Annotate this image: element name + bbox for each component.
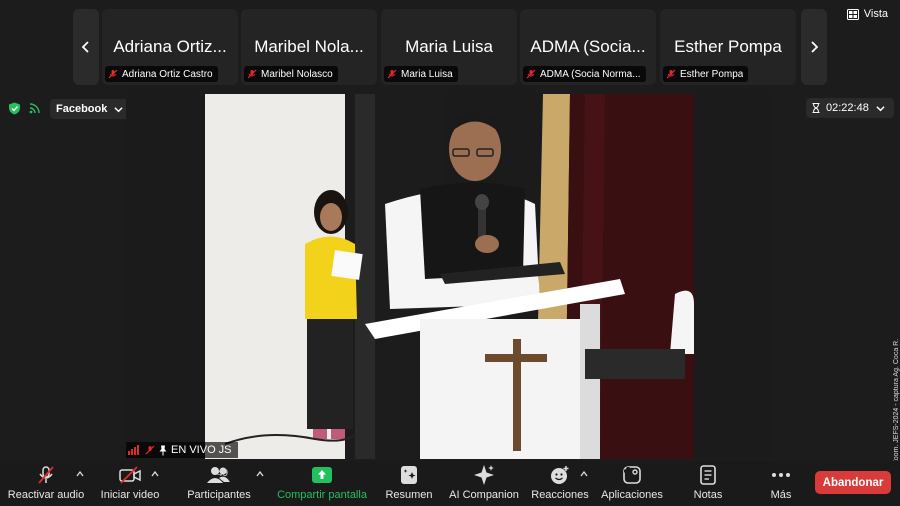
hourglass-icon — [812, 103, 820, 113]
reactions-options-caret[interactable] — [580, 471, 588, 477]
participant-tile-name: Esther Pompa — [674, 37, 782, 56]
participant-tag-text: Esther Pompa — [680, 68, 744, 80]
ai-sparkle-icon — [474, 465, 494, 485]
meeting-toolbar: Reactivar audio Iniciar video 49 Partici… — [0, 461, 900, 506]
participant-tile[interactable]: Adriana Ortiz... Adriana Ortiz Castro — [102, 9, 238, 85]
ai-companion-button[interactable]: AI Companion — [448, 461, 520, 506]
participant-name-tag: Maribel Nolasco — [244, 66, 338, 82]
participant-name-tag: Esther Pompa — [663, 66, 749, 82]
chevron-down-icon — [114, 106, 123, 112]
strip-next-button[interactable] — [801, 9, 827, 85]
start-video-label: Iniciar video — [100, 489, 160, 501]
participants-options-caret[interactable] — [256, 471, 264, 477]
participants-label: Participantes — [187, 489, 251, 501]
video-options-caret[interactable] — [151, 471, 159, 477]
summary-icon — [401, 466, 417, 484]
participant-tile[interactable]: Esther Pompa Esther Pompa — [660, 9, 796, 85]
pin-icon — [159, 445, 167, 455]
view-button[interactable]: Vista — [846, 8, 888, 20]
participant-name-tag: Maria Luisa — [384, 66, 458, 82]
participant-tile-name: Maria Luisa — [405, 37, 493, 56]
zoom-meeting-window: Adriana Ortiz... Adriana Ortiz Castro Ma… — [0, 0, 900, 506]
livestream-dropdown[interactable]: Facebook — [50, 99, 132, 119]
muted-mic-icon — [145, 445, 155, 455]
audio-options-caret[interactable] — [76, 471, 84, 477]
notes-icon — [700, 465, 716, 485]
reactions-button[interactable]: Reacciones — [530, 461, 590, 506]
chevron-left-icon — [81, 41, 89, 53]
apps-label: Aplicaciones — [601, 489, 663, 501]
ai-companion-label: AI Companion — [449, 489, 519, 501]
share-screen-button[interactable]: Compartir pantalla — [276, 461, 368, 506]
speaker-video-frame — [205, 94, 694, 459]
participants-button[interactable]: 49 Participantes — [184, 461, 254, 506]
participant-tile-name: ADMA (Socia... — [530, 37, 646, 56]
livestream-label: Facebook — [56, 103, 108, 115]
apps-button[interactable]: Aplicaciones — [599, 461, 665, 506]
muted-mic-icon — [666, 69, 676, 79]
grid-view-icon — [846, 8, 859, 20]
participant-tag-text: Maribel Nolasco — [261, 68, 333, 80]
participant-tag-text: Adriana Ortiz Castro — [122, 68, 213, 80]
view-label: Vista — [863, 8, 888, 20]
meeting-timer[interactable]: 02:22:48 — [806, 98, 894, 118]
strip-prev-button[interactable] — [73, 9, 99, 85]
active-speaker-video[interactable] — [126, 94, 774, 459]
participants-count: 49 — [217, 468, 229, 479]
participant-tile-name: Adriana Ortiz... — [113, 37, 227, 56]
chevron-right-icon — [811, 41, 819, 53]
security-shield-icon[interactable] — [8, 102, 21, 115]
video-off-icon — [119, 466, 141, 484]
participant-tag-text: ADMA (Socia Norma... — [540, 68, 641, 80]
participant-name-tag: ADMA (Socia Norma... — [523, 66, 646, 82]
speaker-name-tag: EN VIVO JS — [126, 442, 238, 458]
reactions-label: Reacciones — [531, 489, 589, 501]
participant-tag-text: Maria Luisa — [401, 68, 453, 80]
speaker-name-text: EN VIVO JS — [171, 444, 232, 456]
start-video-button[interactable]: Iniciar video — [96, 461, 164, 506]
muted-mic-icon — [387, 69, 397, 79]
participant-tile[interactable]: Maribel Nola... Maribel Nolasco — [241, 9, 377, 85]
muted-mic-icon — [108, 69, 118, 79]
connection-signal-icon[interactable] — [29, 102, 41, 114]
more-dots-icon — [772, 473, 790, 477]
participant-tile[interactable]: Maria Luisa Maria Luisa — [381, 9, 517, 85]
participant-tile-name: Maribel Nola... — [254, 37, 364, 56]
more-button[interactable]: Más — [761, 461, 801, 506]
share-screen-icon — [312, 467, 332, 483]
notes-label: Notas — [693, 489, 723, 501]
apps-icon — [623, 466, 641, 484]
participant-tile[interactable]: ADMA (Socia... ADMA (Socia Norma... — [520, 9, 656, 85]
timer-text: 02:22:48 — [826, 102, 869, 114]
participant-name-tag: Adriana Ortiz Castro — [105, 66, 218, 82]
signal-bars-icon — [128, 445, 139, 455]
reactions-smiley-icon — [551, 466, 569, 484]
leave-meeting-button[interactable]: Abandonar — [815, 471, 891, 494]
share-screen-label: Compartir pantalla — [277, 489, 367, 501]
muted-mic-icon — [38, 466, 54, 484]
more-label: Más — [770, 489, 792, 501]
unmute-button[interactable]: Reactivar audio — [8, 461, 84, 506]
muted-mic-icon — [526, 69, 536, 79]
chevron-down-icon — [876, 105, 885, 111]
muted-mic-icon — [247, 69, 257, 79]
summary-button[interactable]: Resumen — [384, 461, 434, 506]
summary-label: Resumen — [385, 489, 433, 501]
notes-button[interactable]: Notas — [688, 461, 728, 506]
unmute-label: Reactivar audio — [7, 489, 85, 501]
